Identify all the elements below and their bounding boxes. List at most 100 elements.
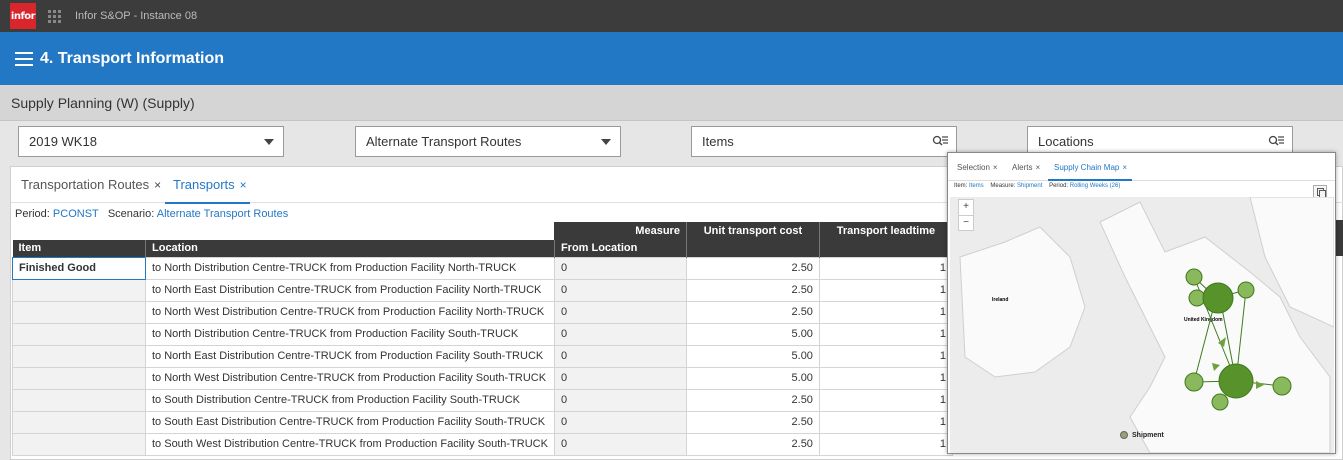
close-icon[interactable]: ×	[1122, 163, 1127, 172]
app-title: Infor S&OP - Instance 08	[75, 10, 198, 22]
tab-alerts[interactable]: Alerts ×	[1012, 163, 1040, 172]
item-cell[interactable]: Finished Good	[12, 256, 146, 280]
period-dropdown[interactable]: 2019 WK18	[18, 126, 284, 157]
map-node[interactable]	[1184, 372, 1204, 392]
from-location-cell[interactable]: 0	[553, 432, 687, 456]
zoom-out-button[interactable]: −	[959, 215, 973, 230]
location-cell[interactable]: to North Distribution Centre-TRUCK from …	[145, 322, 555, 346]
item-cell[interactable]	[12, 432, 146, 456]
unit-transport-cost-cell[interactable]: 2.50	[685, 432, 820, 456]
page-title: 4. Transport Information	[40, 49, 225, 67]
map-canvas[interactable]: Ireland United Kingdom + − Shipment	[950, 197, 1334, 453]
close-icon[interactable]: ×	[1035, 163, 1040, 172]
unit-transport-cost-cell[interactable]: 5.00	[685, 366, 820, 390]
table-row[interactable]: to North West Distribution Centre-TRUCK …	[12, 366, 953, 390]
table-row[interactable]: to North East Distribution Centre-TRUCK …	[12, 278, 953, 302]
unit-transport-cost-cell[interactable]: 2.50	[685, 278, 820, 302]
item-header[interactable]: Item	[12, 240, 146, 257]
close-icon[interactable]: ×	[240, 178, 247, 192]
transport-leadtime-cell[interactable]: 1	[818, 388, 953, 412]
from-location-cell[interactable]: 0	[553, 256, 687, 280]
location-cell[interactable]: to South Distribution Centre-TRUCK from …	[145, 388, 555, 412]
production-facility-south-node[interactable]	[1218, 363, 1254, 399]
transport-leadtime-cell[interactable]: 1	[818, 410, 953, 434]
from-location-cell[interactable]: 0	[553, 388, 687, 412]
search-filter-icon[interactable]	[1268, 135, 1284, 148]
app-grid-icon[interactable]	[48, 9, 61, 23]
item-cell[interactable]	[12, 322, 146, 346]
map-node[interactable]	[1211, 393, 1229, 411]
hamburger-menu-icon[interactable]	[15, 51, 33, 66]
location-cell[interactable]: to North Distribution Centre-TRUCK from …	[145, 256, 555, 280]
close-icon[interactable]: ×	[993, 163, 998, 172]
from-location-cell[interactable]: 0	[553, 322, 687, 346]
unit-transport-cost-cell[interactable]: 2.50	[685, 300, 820, 324]
table-row[interactable]: to South East Distribution Centre-TRUCK …	[12, 410, 953, 434]
chevron-down-icon	[264, 139, 274, 145]
location-cell[interactable]: to North East Distribution Centre-TRUCK …	[145, 344, 555, 368]
from-location-cell[interactable]: 0	[553, 344, 687, 368]
location-header[interactable]: Location	[145, 240, 555, 257]
from-location-cell[interactable]: 0	[553, 300, 687, 324]
transport-leadtime-cell[interactable]: 1	[818, 300, 953, 324]
location-cell[interactable]: to North West Distribution Centre-TRUCK …	[145, 366, 555, 390]
tab-transportation-routes[interactable]: Transportation Routes ×	[21, 177, 161, 192]
from-location-cell[interactable]: 0	[553, 410, 687, 434]
transport-leadtime-cell[interactable]: 1	[818, 344, 953, 368]
from-location-header[interactable]: From Location	[554, 240, 687, 257]
item-cell[interactable]	[12, 300, 146, 324]
production-facility-north-node[interactable]	[1202, 282, 1234, 314]
map-node[interactable]	[1185, 268, 1203, 286]
close-icon[interactable]: ×	[154, 178, 161, 192]
transport-leadtime-cell[interactable]: 1	[818, 278, 953, 302]
period-value-link[interactable]: PCONST	[53, 208, 99, 220]
page-header: 4. Transport Information	[0, 32, 1343, 85]
scenario-dropdown-value: Alternate Transport Routes	[366, 134, 522, 149]
item-cell[interactable]	[12, 410, 146, 434]
map-node[interactable]	[1272, 376, 1292, 396]
table-row[interactable]: to North Distribution Centre-TRUCK from …	[12, 322, 953, 346]
unit-transport-cost-cell[interactable]: 2.50	[685, 256, 820, 280]
item-cell[interactable]	[12, 278, 146, 302]
measure-value-link[interactable]: Shipment	[1017, 183, 1042, 189]
unit-transport-cost-cell[interactable]: 2.50	[685, 388, 820, 412]
table-row[interactable]: to South Distribution Centre-TRUCK from …	[12, 388, 953, 412]
from-location-cell[interactable]: 0	[553, 278, 687, 302]
scenario-value-link[interactable]: Alternate Transport Routes	[157, 208, 288, 220]
scenario-dropdown[interactable]: Alternate Transport Routes	[355, 126, 621, 157]
table-row[interactable]: to North East Distribution Centre-TRUCK …	[12, 344, 953, 368]
location-cell[interactable]: to North West Distribution Centre-TRUCK …	[145, 300, 555, 324]
tab-supply-chain-map[interactable]: Supply Chain Map ×	[1054, 163, 1127, 172]
transport-leadtime-header[interactable]: Transport leadtime	[819, 222, 953, 257]
period-value-link[interactable]: Rolling Weeks (26)	[1070, 183, 1121, 189]
table-row[interactable]: to North West Distribution Centre-TRUCK …	[12, 300, 953, 324]
location-cell[interactable]: to South West Distribution Centre-TRUCK …	[145, 432, 555, 456]
transport-leadtime-cell[interactable]: 1	[818, 366, 953, 390]
location-cell[interactable]: to North East Distribution Centre-TRUCK …	[145, 278, 555, 302]
items-filter[interactable]: Items	[691, 126, 957, 157]
unit-transport-cost-cell[interactable]: 5.00	[685, 344, 820, 368]
unit-transport-cost-cell[interactable]: 5.00	[685, 322, 820, 346]
transport-leadtime-cell[interactable]: 1	[818, 432, 953, 456]
unit-transport-cost-cell[interactable]: 2.50	[685, 410, 820, 434]
transport-leadtime-cell[interactable]: 1	[818, 322, 953, 346]
from-location-cell[interactable]: 0	[553, 366, 687, 390]
map-node[interactable]	[1237, 281, 1255, 299]
item-cell[interactable]	[12, 388, 146, 412]
tab-selection[interactable]: Selection ×	[957, 163, 998, 172]
table-row[interactable]: Finished Good to North Distribution Centr…	[12, 256, 953, 280]
tab-transports[interactable]: Transports ×	[173, 177, 247, 192]
infor-logo: infor	[10, 3, 36, 29]
search-filter-icon[interactable]	[932, 135, 948, 148]
tab-label: Supply Chain Map	[1054, 163, 1120, 172]
item-cell[interactable]	[12, 344, 146, 368]
transport-leadtime-cell[interactable]: 1	[818, 256, 953, 280]
zoom-in-button[interactable]: +	[959, 200, 973, 215]
table-row[interactable]: to South West Distribution Centre-TRUCK …	[12, 432, 953, 456]
item-cell[interactable]	[12, 366, 146, 390]
item-value-link[interactable]: Items	[969, 183, 984, 189]
location-cell[interactable]: to South East Distribution Centre-TRUCK …	[145, 410, 555, 434]
table-header-row-measure: Measure Unit transport cost Transport le…	[12, 222, 953, 257]
unit-transport-cost-header[interactable]: Unit transport cost	[686, 222, 820, 257]
measure-header: Measure	[554, 222, 687, 240]
